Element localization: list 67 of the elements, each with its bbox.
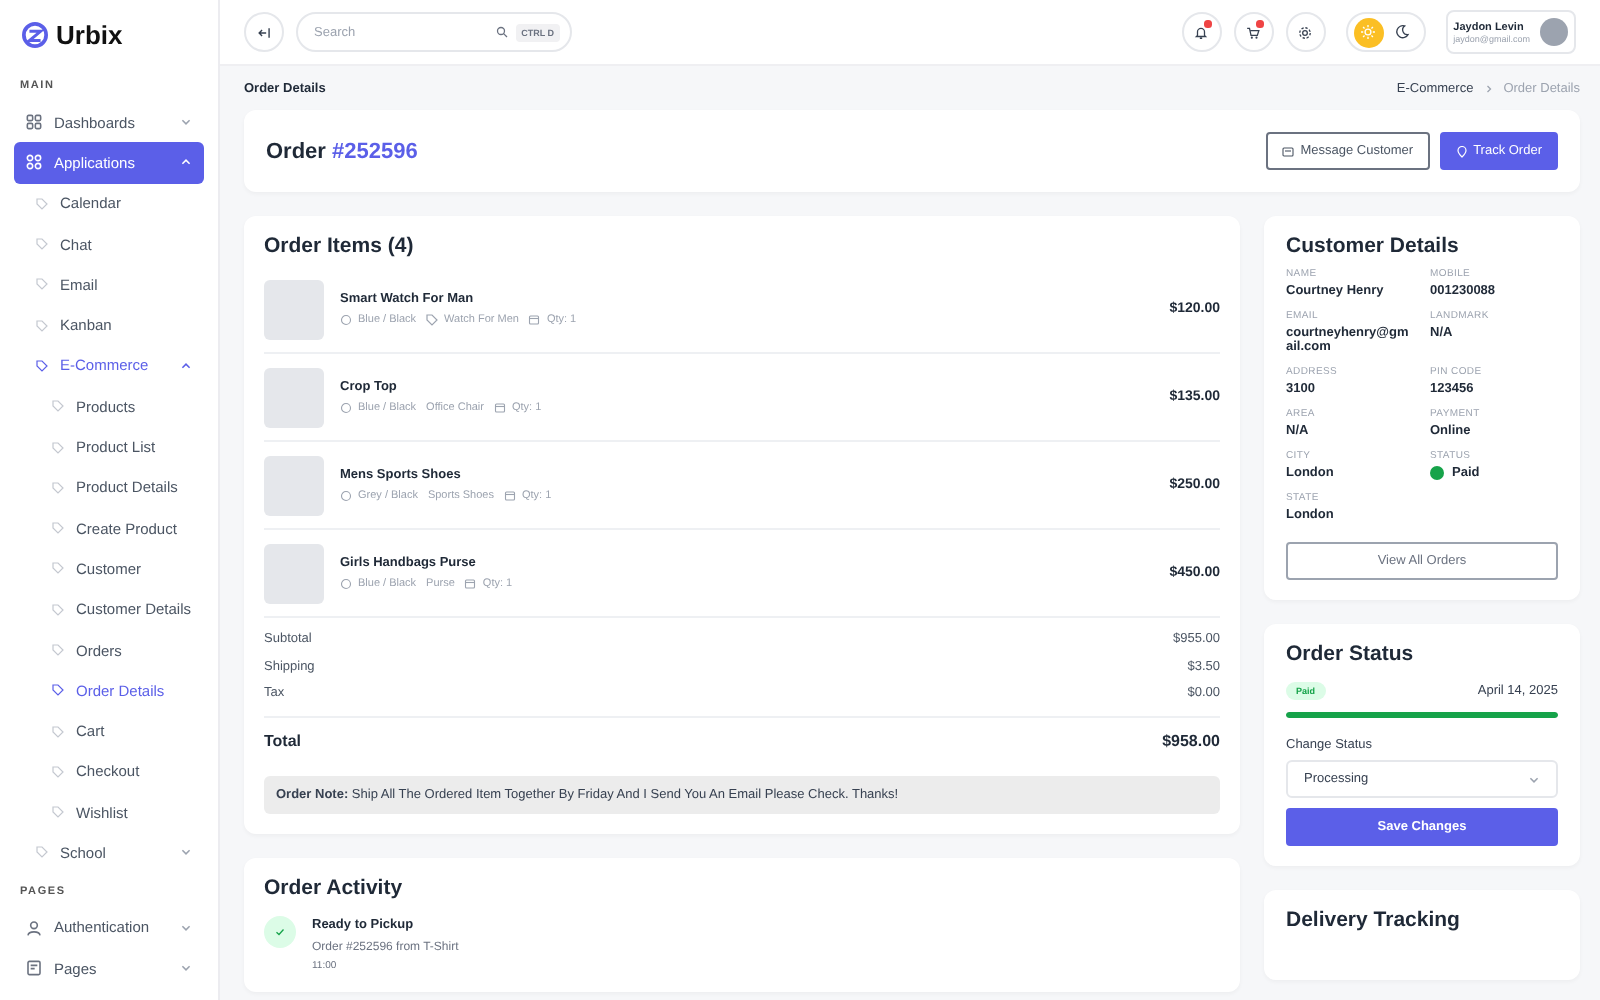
grid-icon	[26, 114, 42, 131]
order-title: Order #252596	[266, 139, 420, 163]
box-icon	[493, 402, 506, 414]
tag-icon	[52, 400, 64, 413]
chevron-up-icon	[180, 359, 192, 372]
photo-placeholder	[264, 367, 324, 427]
tag-icon	[52, 765, 64, 778]
chevron-down-icon	[180, 846, 192, 859]
chevron-down-icon	[180, 116, 192, 129]
tag-icon	[52, 562, 64, 575]
tag-icon	[52, 806, 64, 819]
moon-icon	[1394, 24, 1411, 40]
palette-icon	[340, 402, 352, 414]
logo-icon	[22, 21, 48, 47]
palette-icon	[340, 314, 352, 326]
box-icon	[464, 578, 477, 590]
tag-icon	[52, 684, 64, 697]
tag-icon	[52, 725, 64, 738]
chevron-down-icon	[180, 921, 192, 934]
person-icon	[26, 919, 42, 936]
palette-icon	[340, 578, 352, 590]
card-title: Order Items (4)	[264, 234, 416, 258]
logo-text: Urbix	[56, 19, 123, 49]
photo-placeholder	[264, 455, 324, 515]
tag-icon	[36, 846, 48, 859]
avatar	[1540, 18, 1568, 46]
total-label: Total	[264, 732, 302, 750]
chevron-right-icon	[1483, 83, 1494, 93]
tag-icon	[52, 481, 64, 494]
tag-icon	[52, 441, 64, 454]
cart-icon	[1246, 25, 1261, 39]
tag-icon	[52, 522, 64, 535]
cart-button[interactable]	[1233, 12, 1274, 52]
card-title: Delivery Tracking	[1286, 908, 1462, 932]
search-icon	[495, 26, 508, 38]
box-icon	[503, 490, 516, 502]
photo-placeholder	[264, 279, 324, 339]
photo-placeholder	[264, 543, 324, 603]
document-icon	[26, 960, 42, 977]
tag-icon	[36, 238, 48, 251]
message-icon	[1282, 145, 1295, 157]
tag-icon	[52, 603, 64, 616]
bell-icon	[1194, 25, 1209, 39]
card-title: Order Status	[1286, 642, 1416, 666]
box-icon	[528, 314, 541, 326]
check-icon	[274, 925, 286, 937]
tag-icon	[426, 314, 439, 326]
location-pin-icon	[1455, 145, 1468, 157]
settings-button[interactable]	[1285, 12, 1326, 52]
chevron-down-icon	[180, 962, 192, 975]
tag-icon	[36, 319, 48, 332]
chevron-up-icon	[180, 156, 192, 169]
grid-icon	[26, 154, 42, 171]
notification-button[interactable]	[1181, 12, 1222, 52]
sun-icon	[1360, 24, 1377, 40]
total-value: $958.00	[1162, 732, 1220, 750]
collapse-sidebar-button[interactable]	[244, 12, 284, 52]
tag-icon	[36, 197, 48, 210]
palette-icon	[340, 490, 352, 502]
chevron-down-icon	[1528, 773, 1540, 785]
tag-icon	[52, 644, 64, 656]
tag-icon	[36, 359, 48, 372]
settings-icon	[1298, 25, 1313, 39]
tag-icon	[36, 278, 48, 291]
card-title: Order Activity	[264, 875, 405, 899]
card-title: Customer Details	[1286, 234, 1461, 258]
collapse-icon	[257, 25, 271, 39]
